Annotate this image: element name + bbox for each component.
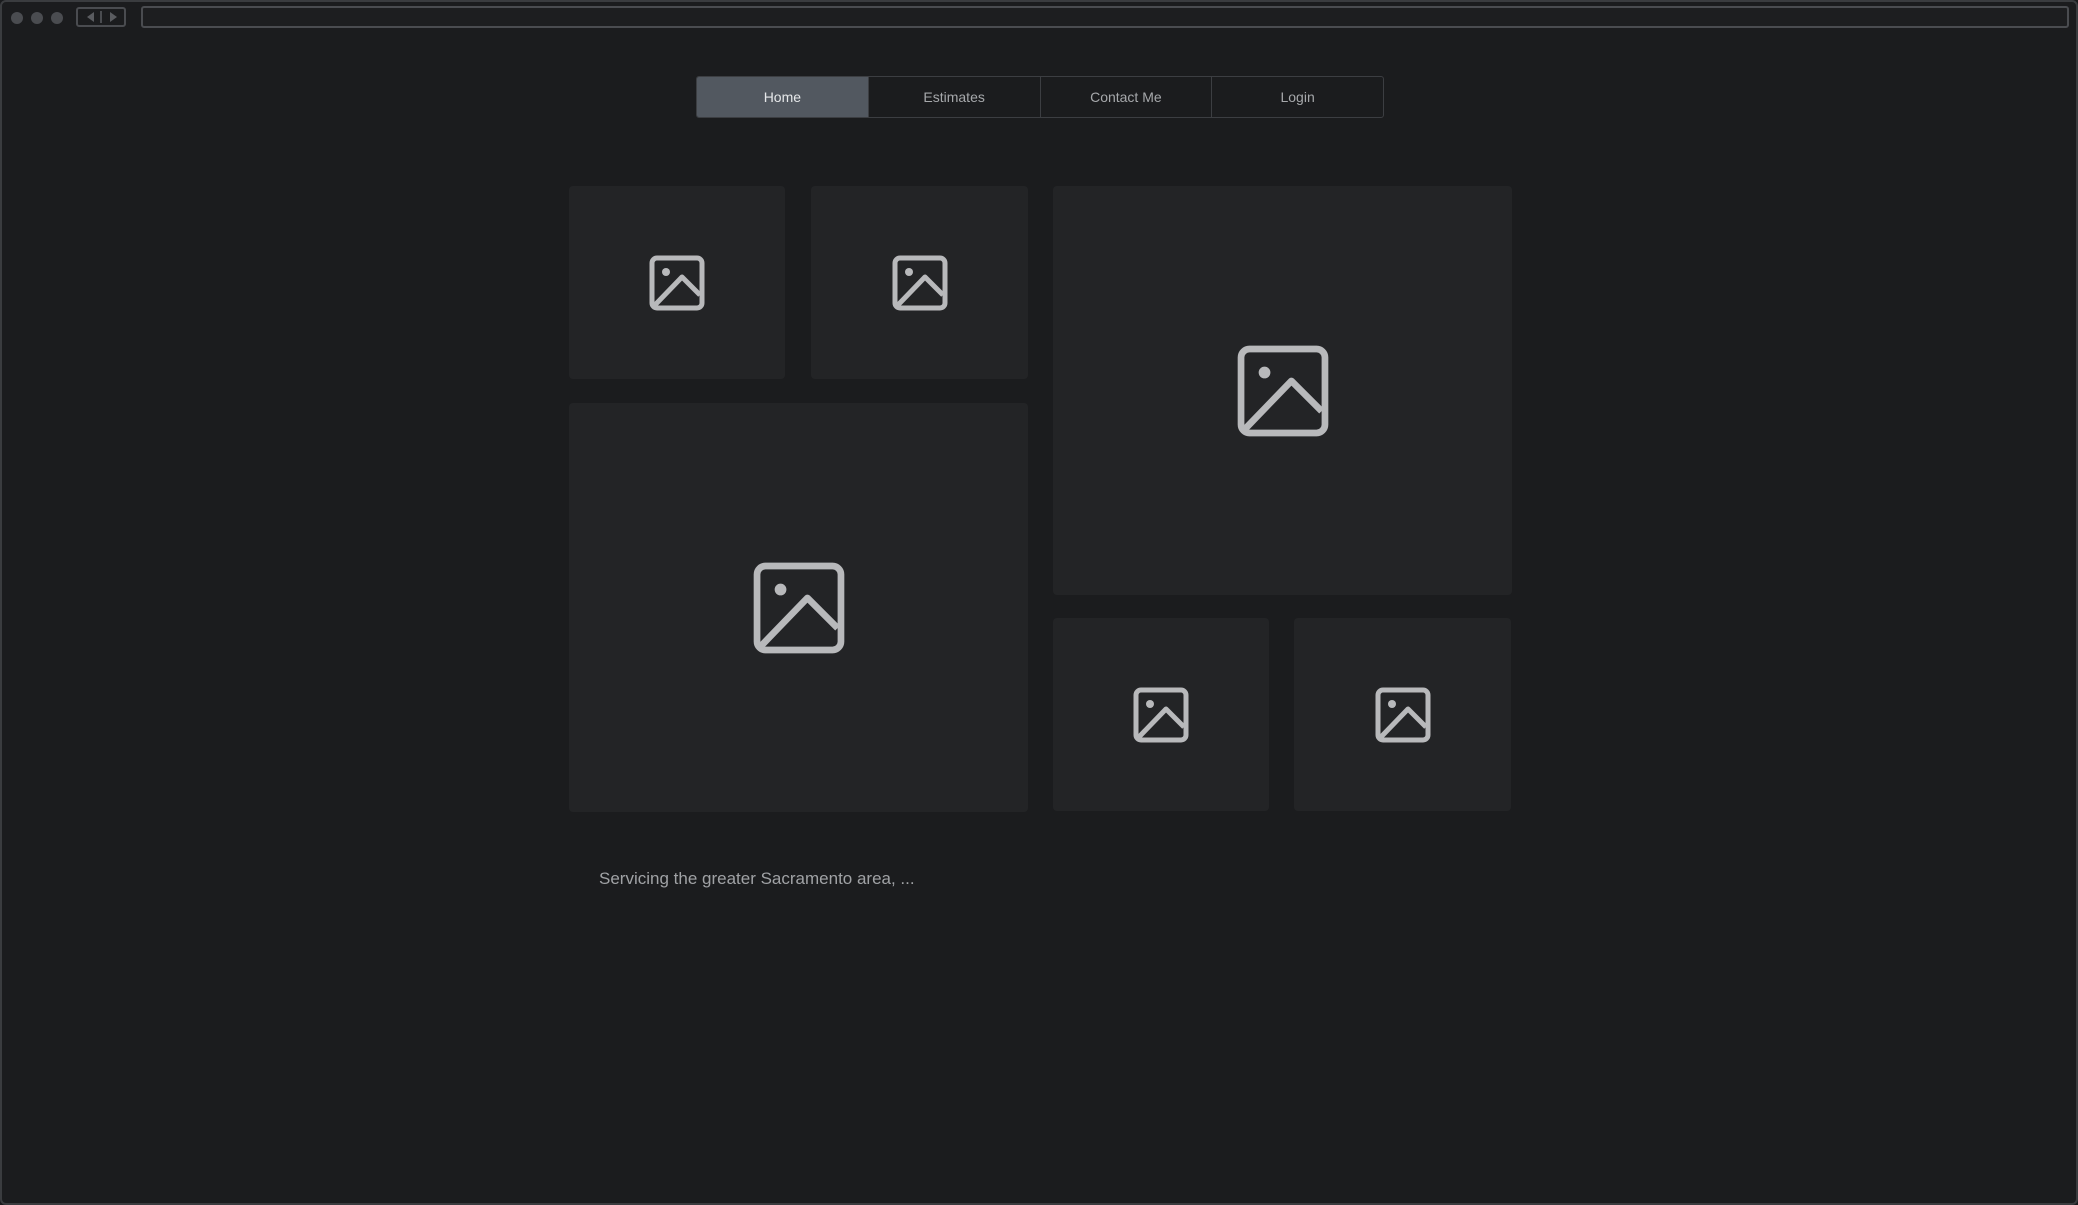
forward-arrow-icon[interactable] <box>110 12 117 22</box>
tab-estimates[interactable]: Estimates <box>869 77 1041 117</box>
close-window-dot[interactable] <box>11 12 23 24</box>
gallery-tile-small-3[interactable] <box>1053 618 1269 811</box>
main-nav-tabs: Home Estimates Contact Me Login <box>696 76 1384 118</box>
nav-divider <box>100 11 102 23</box>
image-placeholder-icon <box>1375 687 1430 742</box>
service-area-caption: Servicing the greater Sacramento area, .… <box>599 869 915 888</box>
image-placeholder-icon <box>649 255 705 310</box>
minimize-window-dot[interactable] <box>31 12 43 24</box>
gallery-tile-small-2[interactable] <box>811 186 1028 379</box>
image-placeholder-icon <box>1237 345 1328 436</box>
image-placeholder-icon <box>892 255 947 310</box>
title-bar <box>2 2 2076 32</box>
tab-login[interactable]: Login <box>1212 77 1383 117</box>
gallery-tile-large-2[interactable] <box>569 403 1028 812</box>
image-placeholder-icon <box>1133 687 1189 742</box>
gallery-tile-small-4[interactable] <box>1294 618 1511 811</box>
gallery-tile-small-1[interactable] <box>569 186 785 379</box>
maximize-window-dot[interactable] <box>51 12 63 24</box>
browser-window: Home Estimates Contact Me Login Servicin… <box>0 0 2078 1205</box>
tab-contact-me[interactable]: Contact Me <box>1041 77 1213 117</box>
back-arrow-icon[interactable] <box>87 12 94 22</box>
tab-home[interactable]: Home <box>697 77 869 117</box>
gallery-tile-large-1[interactable] <box>1053 186 1512 595</box>
address-bar[interactable] <box>141 6 2069 28</box>
image-placeholder-icon <box>753 562 844 653</box>
history-nav-buttons <box>76 7 126 27</box>
